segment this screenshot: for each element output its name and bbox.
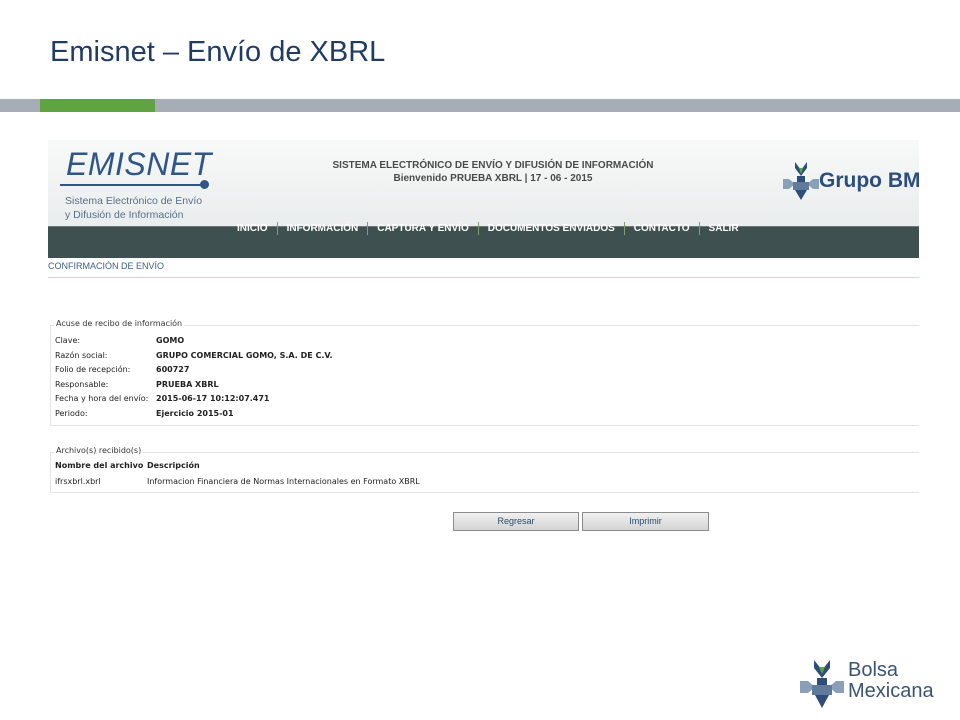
- receipt-value: GRUPO COMERCIAL GOMO, S.A. DE C.V.: [156, 350, 333, 360]
- header-center: SISTEMA ELECTRÓNICO DE ENVÍO Y DIFUSIÓN …: [298, 160, 688, 184]
- welcome-text: Bienvenido PRUEBA XBRL | 17 - 06 - 2015: [393, 173, 593, 184]
- logo-underline: [60, 184, 204, 186]
- grupo-bmv-logo[interactable]: Grupo BMV: [781, 160, 919, 204]
- nav-item-informacion[interactable]: INFORMACIÓN: [276, 221, 368, 235]
- files-header-description: Descripción: [147, 461, 200, 470]
- receipt-value: 600727: [156, 365, 190, 374]
- nav-item-documentos-enviados[interactable]: DOCUMENTOS ENVIADOS: [477, 221, 624, 235]
- file-description-cell: Informacion Financiera de Normas Interna…: [147, 477, 420, 486]
- breadcrumb: CONFIRMACIÓN DE ENVÍO: [48, 261, 165, 271]
- receipt-value: PRUEBA XBRL: [156, 379, 219, 389]
- receipt-label: Folio de recepción:: [55, 365, 131, 374]
- bolsa-logo-line2: Mexicana: [848, 680, 934, 702]
- breadcrumb-divider: [48, 277, 919, 278]
- emisnet-screenshot: EMISNET Sistema Electrónico de Envío y D…: [48, 140, 919, 535]
- nav-item-captura-envio[interactable]: CAPTURA Y ENVÍO: [367, 221, 478, 235]
- receipt-label: Clave:: [55, 336, 81, 345]
- logo-text: EMISNET: [66, 146, 212, 182]
- bolsa-mexicana-logo: Bolsa Mexicana: [800, 660, 940, 710]
- emisnet-logo[interactable]: EMISNET Sistema Electrónico de Envío y D…: [58, 144, 228, 222]
- nav-item-inicio[interactable]: INICIO: [228, 222, 277, 235]
- receipt-label: Periodo:: [55, 408, 88, 418]
- logo-subtitle-line1: Sistema Electrónico de Envío: [65, 195, 203, 207]
- receipt-label: Responsable:: [55, 379, 109, 389]
- back-button[interactable]: Regresar: [453, 512, 579, 531]
- bmv-mark-icon: [783, 162, 819, 200]
- main-navbar: INICIO INFORMACIÓN CAPTURA Y ENVÍO DOCUM…: [48, 221, 919, 258]
- slide-title: Emisnet – Envío de XBRL: [50, 36, 386, 68]
- receipt-label: Razón social:: [55, 350, 108, 360]
- receipt-label: Fecha y hora del envío:: [55, 394, 149, 403]
- file-name-cell: ifrsxbrl.xbrl: [55, 477, 101, 486]
- site-header: EMISNET Sistema Electrónico de Envío y D…: [48, 140, 919, 226]
- files-header-name: Nombre del archivo: [55, 461, 144, 470]
- receipt-fieldset: Acuse de recibo de información Clave: GO…: [50, 319, 919, 426]
- system-title: SISTEMA ELECTRÓNICO DE ENVÍO Y DIFUSIÓN …: [332, 160, 654, 171]
- files-fieldset: Archivo(s) recibido(s) Nombre del archiv…: [50, 446, 919, 493]
- print-button[interactable]: Imprimir: [582, 512, 709, 531]
- title-divider-accent: [40, 99, 155, 112]
- logo-subtitle: Sistema Electrónico de Envío y Difusión …: [65, 194, 215, 222]
- receipt-value: GOMO: [156, 336, 185, 345]
- bmv-logo-text: Grupo BMV: [819, 169, 919, 192]
- receipt-value: Ejercicio 2015-01: [156, 408, 234, 418]
- files-legend: Archivo(s) recibido(s): [54, 446, 144, 455]
- receipt-value: 2015-06-17 10:12:07.471: [156, 394, 270, 403]
- nav-item-contacto[interactable]: CONTACTO: [623, 221, 699, 235]
- bolsa-mark-icon: [800, 660, 844, 708]
- logo-subtitle-line2: y Difusión de Información: [65, 209, 184, 221]
- bolsa-logo-text: Bolsa Mexicana: [848, 660, 934, 702]
- bolsa-logo-line1: Bolsa: [848, 659, 899, 681]
- logo-dot: [200, 180, 209, 189]
- nav-item-salir[interactable]: SALIR: [698, 221, 748, 235]
- receipt-legend: Acuse de recibo de información: [54, 319, 185, 328]
